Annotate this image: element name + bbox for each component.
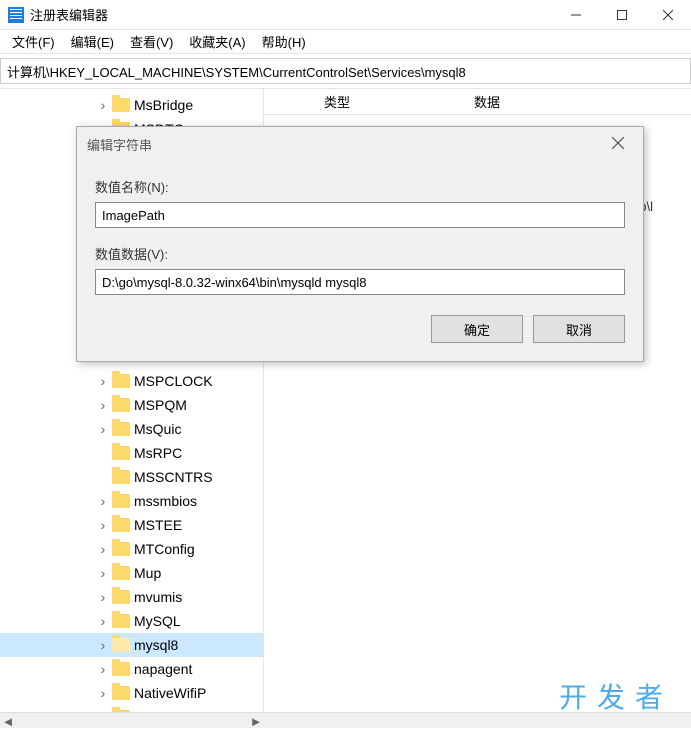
folder-icon [112, 542, 130, 556]
tree-item-label: mvumis [134, 589, 182, 605]
tree-item-label: mssmbios [134, 493, 197, 509]
menu-help[interactable]: 帮助(H) [254, 30, 314, 53]
regedit-icon [8, 7, 24, 23]
tree-item-mysql[interactable]: › MySQL [0, 609, 263, 633]
tree-item-label: NativeWifiP [134, 685, 206, 701]
folder-icon [112, 422, 130, 436]
folder-icon [112, 470, 130, 484]
list-header: 类型 数据 [264, 89, 691, 115]
tree-item-label: MSSCNTRS [134, 469, 213, 485]
tree-item-label: MTConfig [134, 541, 195, 557]
chevron-right-icon[interactable]: › [96, 685, 110, 701]
column-type[interactable]: 类型 [324, 92, 474, 111]
value-data-label: 数值数据(V): [95, 244, 625, 263]
tree-item-mvumis[interactable]: › mvumis [0, 585, 263, 609]
tree-item-label: MsQuic [134, 421, 181, 437]
chevron-right-icon[interactable]: › [96, 589, 110, 605]
tree-item-label: MsBridge [134, 97, 193, 113]
chevron-right-icon[interactable]: › [96, 493, 110, 509]
tree-item-label: MsRPC [134, 445, 182, 461]
window-title: 注册表编辑器 [30, 5, 553, 24]
menu-view[interactable]: 查看(V) [122, 30, 181, 53]
tree-item-label: mysql8 [134, 637, 178, 653]
folder-icon [112, 590, 130, 604]
minimize-button[interactable] [553, 0, 599, 30]
chevron-right-icon[interactable]: › [96, 397, 110, 413]
tree-item-msbridge[interactable]: › MsBridge [0, 93, 263, 117]
menu-file[interactable]: 文件(F) [4, 30, 63, 53]
tree-item-mspqm[interactable]: › MSPQM [0, 393, 263, 417]
value-data-input[interactable] [95, 269, 625, 295]
dialog-body: 数值名称(N): 数值数据(V): 确定 取消 [77, 161, 643, 361]
chevron-right-icon[interactable]: › [96, 613, 110, 629]
scroll-left-icon[interactable]: ◄ [0, 713, 16, 729]
chevron-right-icon[interactable]: › [96, 661, 110, 677]
ok-button[interactable]: 确定 [431, 315, 523, 343]
cancel-button[interactable]: 取消 [533, 315, 625, 343]
folder-icon [112, 98, 130, 112]
titlebar: 注册表编辑器 [0, 0, 691, 30]
folder-icon [112, 614, 130, 628]
tree-item-mstee[interactable]: › MSTEE [0, 513, 263, 537]
folder-icon [112, 446, 130, 460]
close-button[interactable] [645, 0, 691, 30]
dialog-title-text: 编辑字符串 [87, 135, 152, 154]
folder-icon [112, 374, 130, 388]
tree-item-mspclock[interactable]: › MSPCLOCK [0, 369, 263, 393]
edit-string-dialog: 编辑字符串 数值名称(N): 数值数据(V): 确定 取消 [76, 126, 644, 362]
chevron-right-icon[interactable]: › [96, 97, 110, 113]
dialog-close-button[interactable] [603, 136, 633, 152]
tree-item-napagent[interactable]: › napagent [0, 657, 263, 681]
tree-item-mysql8[interactable]: › mysql8 [0, 633, 263, 657]
tree-item-msrpc[interactable]: MsRPC [0, 441, 263, 465]
menu-favorites[interactable]: 收藏夹(A) [181, 30, 253, 53]
tree-item-label: Mup [134, 565, 161, 581]
chevron-right-icon[interactable]: › [96, 421, 110, 437]
folder-icon [112, 686, 130, 700]
horizontal-scrollbar[interactable]: ◄ ► [0, 712, 691, 728]
column-data[interactable]: 数据 [474, 92, 624, 111]
folder-icon [112, 518, 130, 532]
folder-icon [112, 398, 130, 412]
folder-icon [112, 494, 130, 508]
maximize-button[interactable] [599, 0, 645, 30]
tree-item-msscntrs[interactable]: MSSCNTRS [0, 465, 263, 489]
address-path: 计算机\HKEY_LOCAL_MACHINE\SYSTEM\CurrentCon… [7, 62, 466, 81]
chevron-right-icon[interactable]: › [96, 541, 110, 557]
tree-item-label: MSPCLOCK [134, 373, 213, 389]
tree-item-label: MySQL [134, 613, 181, 629]
menu-edit[interactable]: 编辑(E) [63, 30, 122, 53]
chevron-right-icon[interactable]: › [96, 517, 110, 533]
tree-item-label: MSPQM [134, 397, 187, 413]
chevron-right-icon[interactable]: › [96, 637, 110, 653]
folder-icon [112, 662, 130, 676]
value-name-label: 数值名称(N): [95, 177, 625, 196]
tree-item-label: napagent [134, 661, 192, 677]
menubar: 文件(F) 编辑(E) 查看(V) 收藏夹(A) 帮助(H) [0, 30, 691, 54]
tree-item-mup[interactable]: › Mup [0, 561, 263, 585]
tree-item-label: MSTEE [134, 517, 182, 533]
scroll-right-icon[interactable]: ► [248, 713, 264, 729]
dialog-titlebar: 编辑字符串 [77, 127, 643, 161]
chevron-right-icon[interactable]: › [96, 565, 110, 581]
chevron-right-icon[interactable]: › [96, 373, 110, 389]
tree-item-msquic[interactable]: › MsQuic [0, 417, 263, 441]
tree-item-mssmbios[interactable]: › mssmbios [0, 489, 263, 513]
address-bar[interactable]: 计算机\HKEY_LOCAL_MACHINE\SYSTEM\CurrentCon… [0, 58, 691, 84]
tree-item-mtconfig[interactable]: › MTConfig [0, 537, 263, 561]
folder-icon [112, 566, 130, 580]
value-name-input[interactable] [95, 202, 625, 228]
folder-icon [112, 638, 130, 652]
tree-item-nativewifip[interactable]: › NativeWifiP [0, 681, 263, 705]
